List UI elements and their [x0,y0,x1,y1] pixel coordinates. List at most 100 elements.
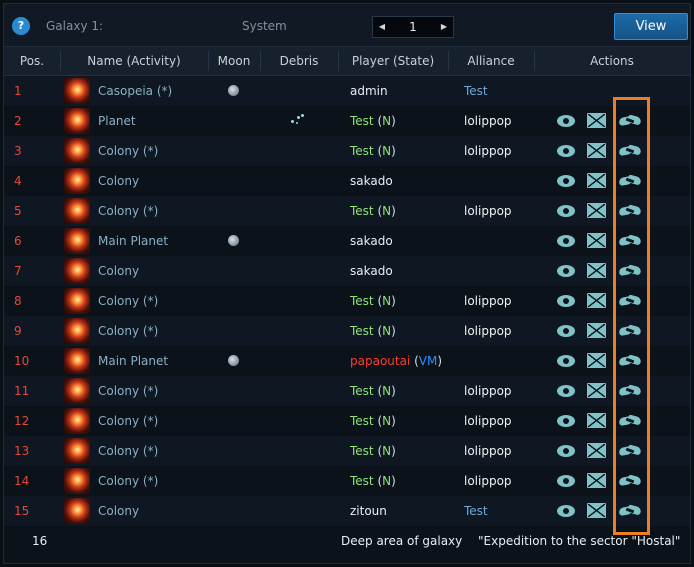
planet-thumbnail[interactable] [64,288,90,314]
player-label[interactable]: Test [350,204,374,218]
system-stepper[interactable]: ◀ 1 ▶ [372,16,454,38]
planet-name[interactable]: Main Planet [98,226,168,256]
eye-icon[interactable] [557,415,575,427]
planet-name[interactable]: Colony (*) [98,466,158,496]
moon-icon[interactable] [228,355,239,366]
eye-icon[interactable] [557,355,575,367]
planet-name[interactable]: Colony (*) [98,286,158,316]
mail-icon[interactable] [587,443,606,458]
planet-thumbnail[interactable] [64,258,90,284]
planet-thumbnail[interactable] [64,408,90,434]
handshake-icon[interactable] [618,293,642,309]
player-label[interactable]: zitoun [350,504,387,518]
eye-icon[interactable] [557,475,575,487]
alliance-name[interactable]: lolippop [464,316,512,346]
handshake-icon[interactable] [618,233,642,249]
mail-icon[interactable] [587,473,606,488]
eye-icon[interactable] [557,265,575,277]
alliance-name[interactable]: Test [464,496,488,526]
debris-icon[interactable] [290,114,304,126]
planet-name[interactable]: Main Planet [98,346,168,376]
mail-icon[interactable] [587,173,606,188]
eye-icon[interactable] [557,505,575,517]
moon-icon[interactable] [228,85,239,96]
planet-thumbnail[interactable] [64,498,90,524]
mail-icon[interactable] [587,233,606,248]
planet-name[interactable]: Colony [98,256,139,286]
eye-icon[interactable] [557,115,575,127]
mail-icon[interactable] [587,203,606,218]
player-name[interactable]: Test (N) [350,436,396,466]
prev-system-arrow-icon[interactable]: ◀ [373,17,391,37]
handshake-icon[interactable] [618,173,642,189]
planet-name[interactable]: Colony (*) [98,136,158,166]
planet-name[interactable]: Colony [98,166,139,196]
planet-name[interactable]: Colony (*) [98,406,158,436]
alliance-name[interactable]: lolippop [464,136,512,166]
player-label[interactable]: Test [350,324,374,338]
planet-thumbnail[interactable] [64,138,90,164]
handshake-icon[interactable] [618,413,642,429]
handshake-icon[interactable] [618,353,642,369]
alliance-name[interactable]: lolippop [464,406,512,436]
alliance-name[interactable]: lolippop [464,286,512,316]
planet-thumbnail[interactable] [64,378,90,404]
handshake-icon[interactable] [618,143,642,159]
handshake-icon[interactable] [618,383,642,399]
moon-icon[interactable] [228,235,239,246]
eye-icon[interactable] [557,145,575,157]
eye-icon[interactable] [557,445,575,457]
alliance-name[interactable]: lolippop [464,196,512,226]
planet-name[interactable]: Colony (*) [98,376,158,406]
view-button[interactable]: View [614,13,688,40]
alliance-name[interactable]: Test [464,76,488,106]
player-label[interactable]: Test [350,294,374,308]
alliance-name[interactable]: lolippop [464,376,512,406]
player-label[interactable]: sakado [350,174,393,188]
player-name[interactable]: Test (N) [350,406,396,436]
player-name[interactable]: sakado [350,166,393,196]
mail-icon[interactable] [587,353,606,368]
player-name[interactable]: Test (N) [350,316,396,346]
handshake-icon[interactable] [618,203,642,219]
planet-name[interactable]: Colony (*) [98,436,158,466]
help-icon[interactable]: ? [12,17,30,35]
handshake-icon[interactable] [618,443,642,459]
player-label[interactable]: papaoutai [350,354,410,368]
mail-icon[interactable] [587,383,606,398]
player-label[interactable]: Test [350,474,374,488]
planet-thumbnail[interactable] [64,198,90,224]
eye-icon[interactable] [557,175,575,187]
planet-thumbnail[interactable] [64,468,90,494]
mail-icon[interactable] [587,113,606,128]
planet-name[interactable]: Colony (*) [98,316,158,346]
mail-icon[interactable] [587,143,606,158]
alliance-name[interactable]: lolippop [464,436,512,466]
handshake-icon[interactable] [618,473,642,489]
player-label[interactable]: sakado [350,234,393,248]
player-name[interactable]: Test (N) [350,136,396,166]
player-label[interactable]: sakado [350,264,393,278]
mail-icon[interactable] [587,413,606,428]
planet-name[interactable]: Colony (*) [98,196,158,226]
mail-icon[interactable] [587,293,606,308]
player-name[interactable]: Test (N) [350,466,396,496]
player-name[interactable]: papaoutai (VM) [350,346,442,376]
mail-icon[interactable] [587,503,606,518]
planet-thumbnail[interactable] [64,318,90,344]
eye-icon[interactable] [557,205,575,217]
player-label[interactable]: Test [350,444,374,458]
expedition-link[interactable]: "Expedition to the sector "Hostal" [478,526,680,556]
planet-thumbnail[interactable] [64,348,90,374]
handshake-icon[interactable] [618,263,642,279]
planet-name[interactable]: Colony [98,496,139,526]
eye-icon[interactable] [557,325,575,337]
alliance-name[interactable]: lolippop [464,466,512,496]
deep-space-link[interactable]: Deep area of galaxy [341,526,462,556]
mail-icon[interactable] [587,323,606,338]
player-name[interactable]: sakado [350,226,393,256]
handshake-icon[interactable] [618,503,642,519]
player-name[interactable]: Test (N) [350,376,396,406]
eye-icon[interactable] [557,235,575,247]
planet-thumbnail[interactable] [64,78,90,104]
